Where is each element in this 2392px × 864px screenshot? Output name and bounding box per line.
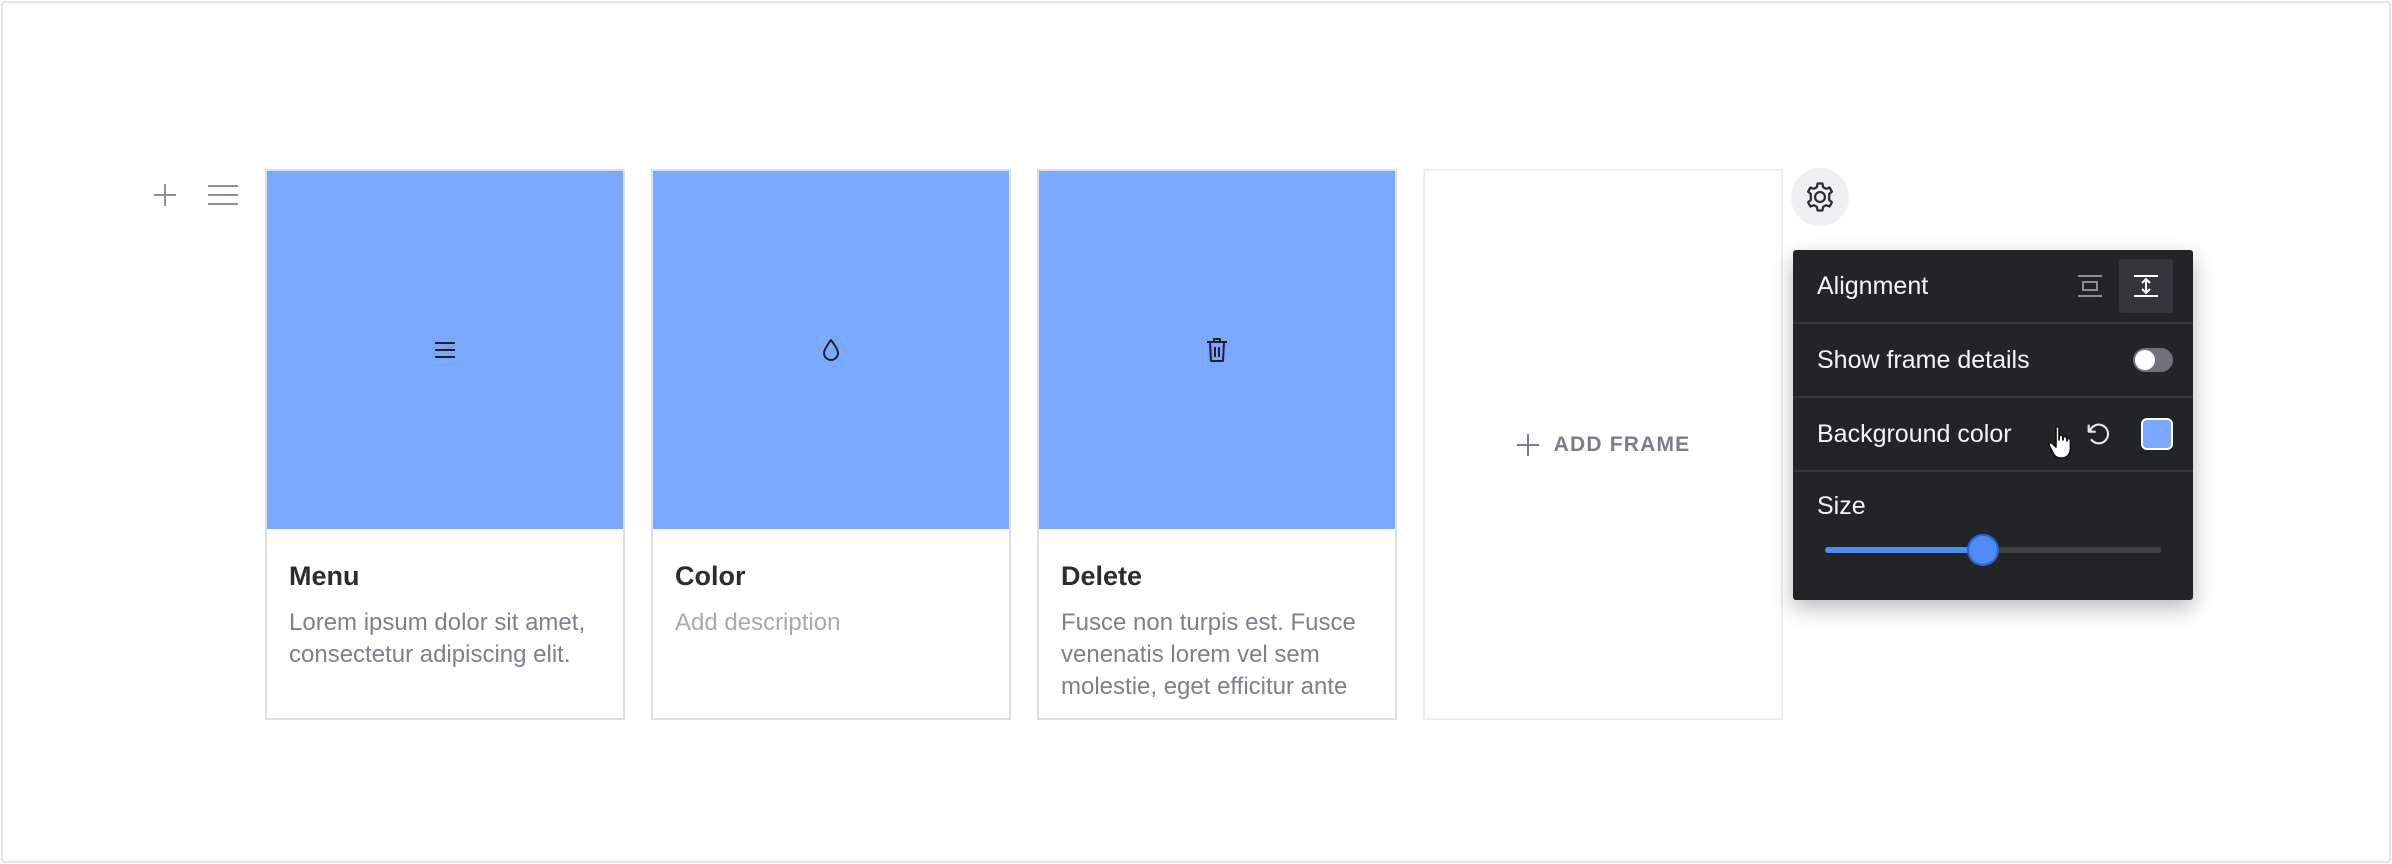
block-menu-button[interactable]: [203, 175, 243, 215]
settings-gear-button[interactable]: [1791, 168, 1849, 226]
toggle-knob: [2135, 350, 2155, 370]
frame-description[interactable]: Fusce non turpis est. Fusce venenatis lo…: [1061, 607, 1375, 703]
block-toolbar: [145, 175, 243, 215]
size-label: Size: [1817, 492, 1866, 520]
show-frame-details-row: Show frame details: [1793, 324, 2193, 398]
plus-icon: [1516, 433, 1539, 456]
frame-description[interactable]: Lorem ipsum dolor sit amet, consectetur …: [289, 607, 603, 671]
droplet-icon: [823, 339, 839, 361]
frame-media[interactable]: [267, 171, 623, 529]
background-color-controls: [2081, 417, 2173, 451]
add-block-button[interactable]: [145, 175, 185, 215]
menu-icon: [208, 185, 238, 205]
slider-fill: [1825, 547, 1983, 553]
align-center-icon: [2078, 275, 2102, 297]
reset-icon: [2087, 423, 2110, 445]
show-frame-details-toggle[interactable]: [2133, 348, 2173, 372]
align-center-button[interactable]: [2063, 259, 2117, 313]
alignment-options: [2063, 259, 2173, 313]
frame-title[interactable]: Color: [675, 559, 989, 593]
frame-card-menu[interactable]: Menu Lorem ipsum dolor sit amet, consect…: [265, 169, 625, 720]
background-color-swatch[interactable]: [2141, 418, 2173, 450]
frame-card-color[interactable]: Color Add description: [651, 169, 1011, 720]
alignment-row: Alignment: [1793, 250, 2193, 324]
frame-title[interactable]: Menu: [289, 559, 603, 593]
align-stretch-button[interactable]: [2119, 259, 2173, 313]
align-stretch-icon: [2134, 275, 2158, 297]
reset-color-button[interactable]: [2081, 417, 2115, 451]
plus-icon: [154, 184, 176, 206]
gear-icon: [1806, 182, 1834, 212]
frames-row: Menu Lorem ipsum dolor sit amet, consect…: [265, 169, 1783, 720]
alignment-label: Alignment: [1817, 271, 1929, 300]
frame-media[interactable]: [1039, 171, 1395, 529]
frame-body: Menu Lorem ipsum dolor sit amet, consect…: [267, 529, 623, 671]
menu-icon: [435, 342, 455, 358]
frame-description-placeholder[interactable]: Add description: [675, 607, 989, 639]
background-color-label: Background color: [1817, 419, 2012, 448]
background-color-row: Background color: [1793, 398, 2193, 472]
trash-icon: [1207, 338, 1227, 362]
slider-thumb[interactable]: [1966, 534, 1999, 566]
frame-media[interactable]: [653, 171, 1009, 529]
add-frame-label: ADD FRAME: [1553, 432, 1691, 456]
show-frame-details-label: Show frame details: [1817, 345, 2030, 374]
size-slider[interactable]: [1825, 533, 2161, 567]
editor-canvas: Menu Lorem ipsum dolor sit amet, consect…: [1, 1, 2391, 863]
frame-card-delete[interactable]: Delete Fusce non turpis est. Fusce venen…: [1037, 169, 1397, 720]
size-row: Size: [1793, 472, 2193, 567]
frame-body: Delete Fusce non turpis est. Fusce venen…: [1039, 529, 1395, 703]
frame-body: Color Add description: [653, 529, 1009, 639]
frame-settings-panel: Alignment Show frame details Background …: [1793, 250, 2193, 600]
frame-title[interactable]: Delete: [1061, 559, 1375, 593]
add-frame-button[interactable]: ADD FRAME: [1423, 169, 1783, 720]
